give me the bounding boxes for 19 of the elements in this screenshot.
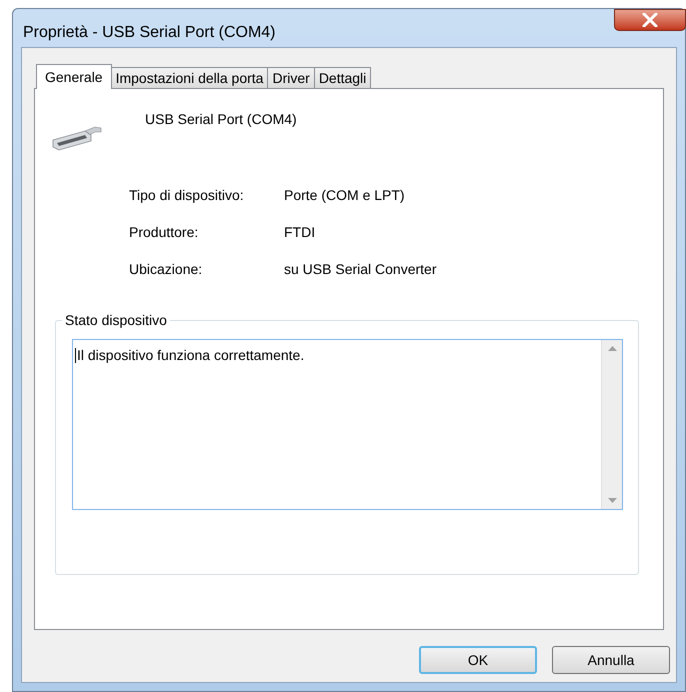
dialog-button[interactable]: Annulla: [552, 646, 670, 674]
property-value: su USB Serial Converter: [284, 260, 437, 279]
close-icon: [642, 13, 658, 27]
scroll-up-icon[interactable]: [608, 346, 616, 351]
property-value: FTDI: [284, 223, 316, 242]
tab[interactable]: Dettagli: [314, 67, 372, 88]
dialog-button[interactable]: OK: [419, 646, 537, 674]
tab[interactable]: Impostazioni della porta: [110, 67, 268, 88]
tab[interactable]: Driver: [267, 67, 315, 88]
close-button[interactable]: [614, 9, 686, 31]
property-label: Ubicazione:: [129, 260, 204, 279]
tab[interactable]: Generale: [36, 64, 112, 89]
device-name: USB Serial Port (COM4): [145, 110, 297, 129]
property-label: Produttore:: [129, 223, 200, 242]
window-title: Proprietà - USB Serial Port (COM4): [23, 23, 276, 43]
status-text: Il dispositivo funziona correttamente.: [77, 347, 304, 363]
property-value: Porte (COM e LPT): [284, 186, 405, 205]
scroll-down-icon[interactable]: [608, 498, 616, 503]
property-label: Tipo di dispositivo:: [129, 186, 245, 205]
